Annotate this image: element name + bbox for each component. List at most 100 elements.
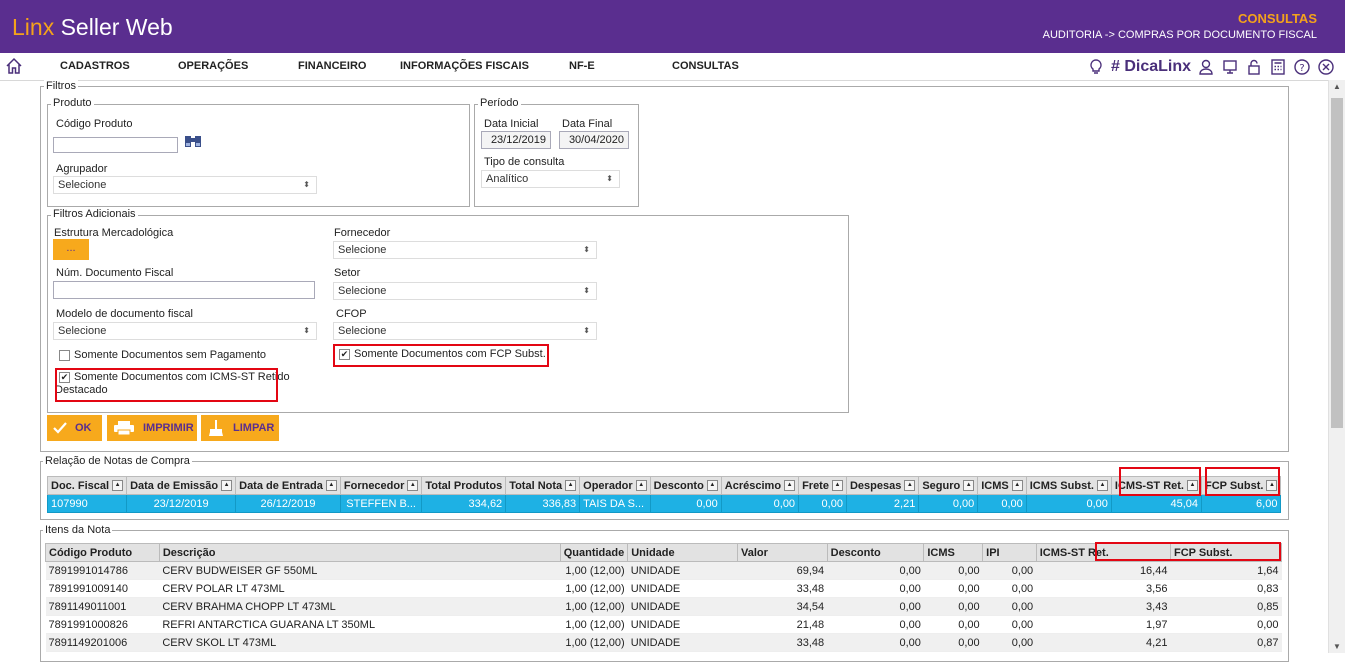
table-row[interactable]: 7891991009140 CERV POLAR LT 473ML 1,00 (… [45,579,1282,598]
brand-logo[interactable]: Linx Seller Web [12,14,173,41]
cell-icms: 0,00 [977,494,1027,513]
sort-icon[interactable]: ▲ [112,480,124,492]
estrutura-button[interactable]: ... [53,239,89,260]
cell-codigo: 7891991014786 [45,561,160,580]
sort-icon[interactable]: ▲ [221,480,233,492]
col-total-nota[interactable]: Total Nota ▲ [505,476,581,495]
cell-icms: 0,00 [923,633,983,652]
col-despesas[interactable]: Despesas ▲ [845,476,920,495]
sort-icon[interactable]: ▲ [1096,480,1108,492]
breadcrumb: AUDITORIA -> COMPRAS POR DOCUMENTO FISCA… [1042,29,1317,41]
dicalinx-link[interactable]: # DicaLinx [1111,58,1191,76]
sort-icon[interactable]: ▲ [325,480,337,492]
sort-icon[interactable]: ▲ [407,480,419,492]
sort-icon[interactable]: ▲ [706,480,718,492]
cell-doc-fiscal: 107990 [46,494,128,513]
col-data-entrada[interactable]: Data de Entrada ▲ [235,476,341,495]
setor-label: Setor [334,267,361,279]
cell-ipi: 0,00 [982,633,1037,652]
sort-icon[interactable]: ▲ [565,480,577,492]
sort-icon[interactable]: ▲ [635,480,647,492]
lock-icon[interactable] [1245,58,1263,76]
cell-icms-st-ret: 4,21 [1036,633,1171,652]
help-icon[interactable]: ? [1293,58,1311,76]
tipo-consulta-select[interactable]: Analítico ⬍ [481,170,620,188]
scroll-down-icon[interactable]: ▼ [1333,642,1341,651]
tipo-consulta-label: Tipo de consulta [484,156,565,168]
setor-select[interactable]: Selecione ⬍ [333,282,597,300]
cell-despesas: 2,21 [845,494,920,513]
col-operador[interactable]: Operador ▲ [579,476,651,495]
table-row[interactable]: 7891149011001 CERV BRAHMA CHOPP LT 473ML… [45,597,1282,616]
chevron-updown-icon: ⬍ [303,180,310,189]
sort-icon[interactable]: ▲ [784,480,796,492]
col-valor[interactable]: Valor [737,543,828,562]
home-icon[interactable] [5,57,23,75]
col-desconto[interactable]: Desconto [826,543,925,562]
table-row[interactable]: 107990 23/12/2019 26/12/2019 STEFFEN B..… [46,494,1282,513]
col-seguro[interactable]: Seguro ▲ [918,476,979,495]
col-fornecedor[interactable]: Fornecedor ▲ [339,476,423,495]
col-descricao[interactable]: Descrição [158,543,561,562]
cell-fcp-subst: 0,87 [1170,633,1282,652]
table-row[interactable]: 7891991014786 CERV BUDWEISER GF 550ML 1,… [45,561,1282,580]
codigo-produto-input[interactable] [53,137,178,153]
data-final-input[interactable]: 30/04/2020 [559,131,629,149]
agrupador-select[interactable]: Selecione ⬍ [53,176,317,194]
col-unidade[interactable]: Unidade [627,543,739,562]
num-doc-input[interactable] [53,281,315,299]
checkbox-unchecked[interactable] [59,350,70,361]
col-icms-subst[interactable]: ICMS Subst. ▲ [1025,476,1112,495]
agrupador-label: Agrupador [56,163,108,175]
ok-button[interactable]: OK [47,415,102,441]
col-ipi[interactable]: IPI [982,543,1037,562]
col-icms[interactable]: ICMS [923,543,984,562]
estrutura-label: Estrutura Mercadológica [54,227,174,239]
imprimir-button[interactable]: IMPRIMIR [107,415,197,441]
col-total-produtos[interactable]: Total Produtos [421,476,507,495]
user-icon[interactable] [1197,58,1215,76]
cell-descricao: REFRI ANTARCTICA GUARANA LT 350ML [159,615,561,634]
close-icon[interactable] [1317,58,1335,76]
menu-operacoes[interactable]: OPERAÇÕES [178,60,248,72]
cell-unidade: UNIDADE [627,597,738,616]
calculator-icon[interactable] [1269,58,1287,76]
highlight-itens-tax-cols [1095,542,1281,561]
vertical-scrollbar[interactable]: ▲ ▼ [1328,80,1345,653]
binoculars-icon[interactable] [183,133,203,149]
sort-icon[interactable]: ▲ [963,480,975,492]
col-codigo-produto[interactable]: Código Produto [45,543,160,562]
sort-icon[interactable]: ▲ [831,480,843,492]
menu-consultas[interactable]: CONSULTAS [672,60,739,72]
fornecedor-select[interactable]: Selecione ⬍ [333,241,597,259]
menu-financeiro[interactable]: FINANCEIRO [298,60,366,72]
lightbulb-icon[interactable] [1087,58,1105,76]
cell-desconto: 0,00 [827,615,924,634]
data-inicial-input[interactable]: 23/12/2019 [481,131,551,149]
support-icon[interactable] [1221,58,1239,76]
limpar-button[interactable]: LIMPAR [201,415,279,441]
modelo-select[interactable]: Selecione ⬍ [53,322,317,340]
col-icms[interactable]: ICMS ▲ [977,476,1027,495]
col-data-emissao[interactable]: Data de Emissão ▲ [126,476,237,495]
sort-icon[interactable]: ▲ [904,480,916,492]
cell-unidade: UNIDADE [627,615,738,634]
table-row[interactable]: 7891991000826 REFRI ANTARCTICA GUARANA L… [45,615,1282,634]
scroll-up-icon[interactable]: ▲ [1333,82,1341,91]
menu-informacoes-fiscais[interactable]: INFORMAÇÕES FISCAIS [400,60,529,72]
data-final-label: Data Final [562,118,613,130]
highlight-fcp [333,344,549,367]
menu-nfe[interactable]: NF-E [569,60,595,72]
cell-fornecedor: STEFFEN B... [339,494,423,513]
scroll-thumb[interactable] [1331,98,1343,428]
menu-cadastros[interactable]: CADASTROS [60,60,130,72]
cfop-select[interactable]: Selecione ⬍ [333,322,597,340]
chk-sem-pagamento[interactable]: Somente Documentos sem Pagamento [59,349,266,361]
col-doc-fiscal[interactable]: Doc. Fiscal ▲ [46,476,128,495]
sort-icon[interactable]: ▲ [1011,480,1023,492]
table-row[interactable]: 7891149201006 CERV SKOL LT 473ML 1,00 (1… [45,633,1282,652]
col-acrescimo[interactable]: Acréscimo ▲ [720,476,800,495]
col-frete[interactable]: Frete ▲ [798,476,847,495]
col-quantidade[interactable]: Quantidade [559,543,629,562]
col-desconto[interactable]: Desconto ▲ [649,476,722,495]
